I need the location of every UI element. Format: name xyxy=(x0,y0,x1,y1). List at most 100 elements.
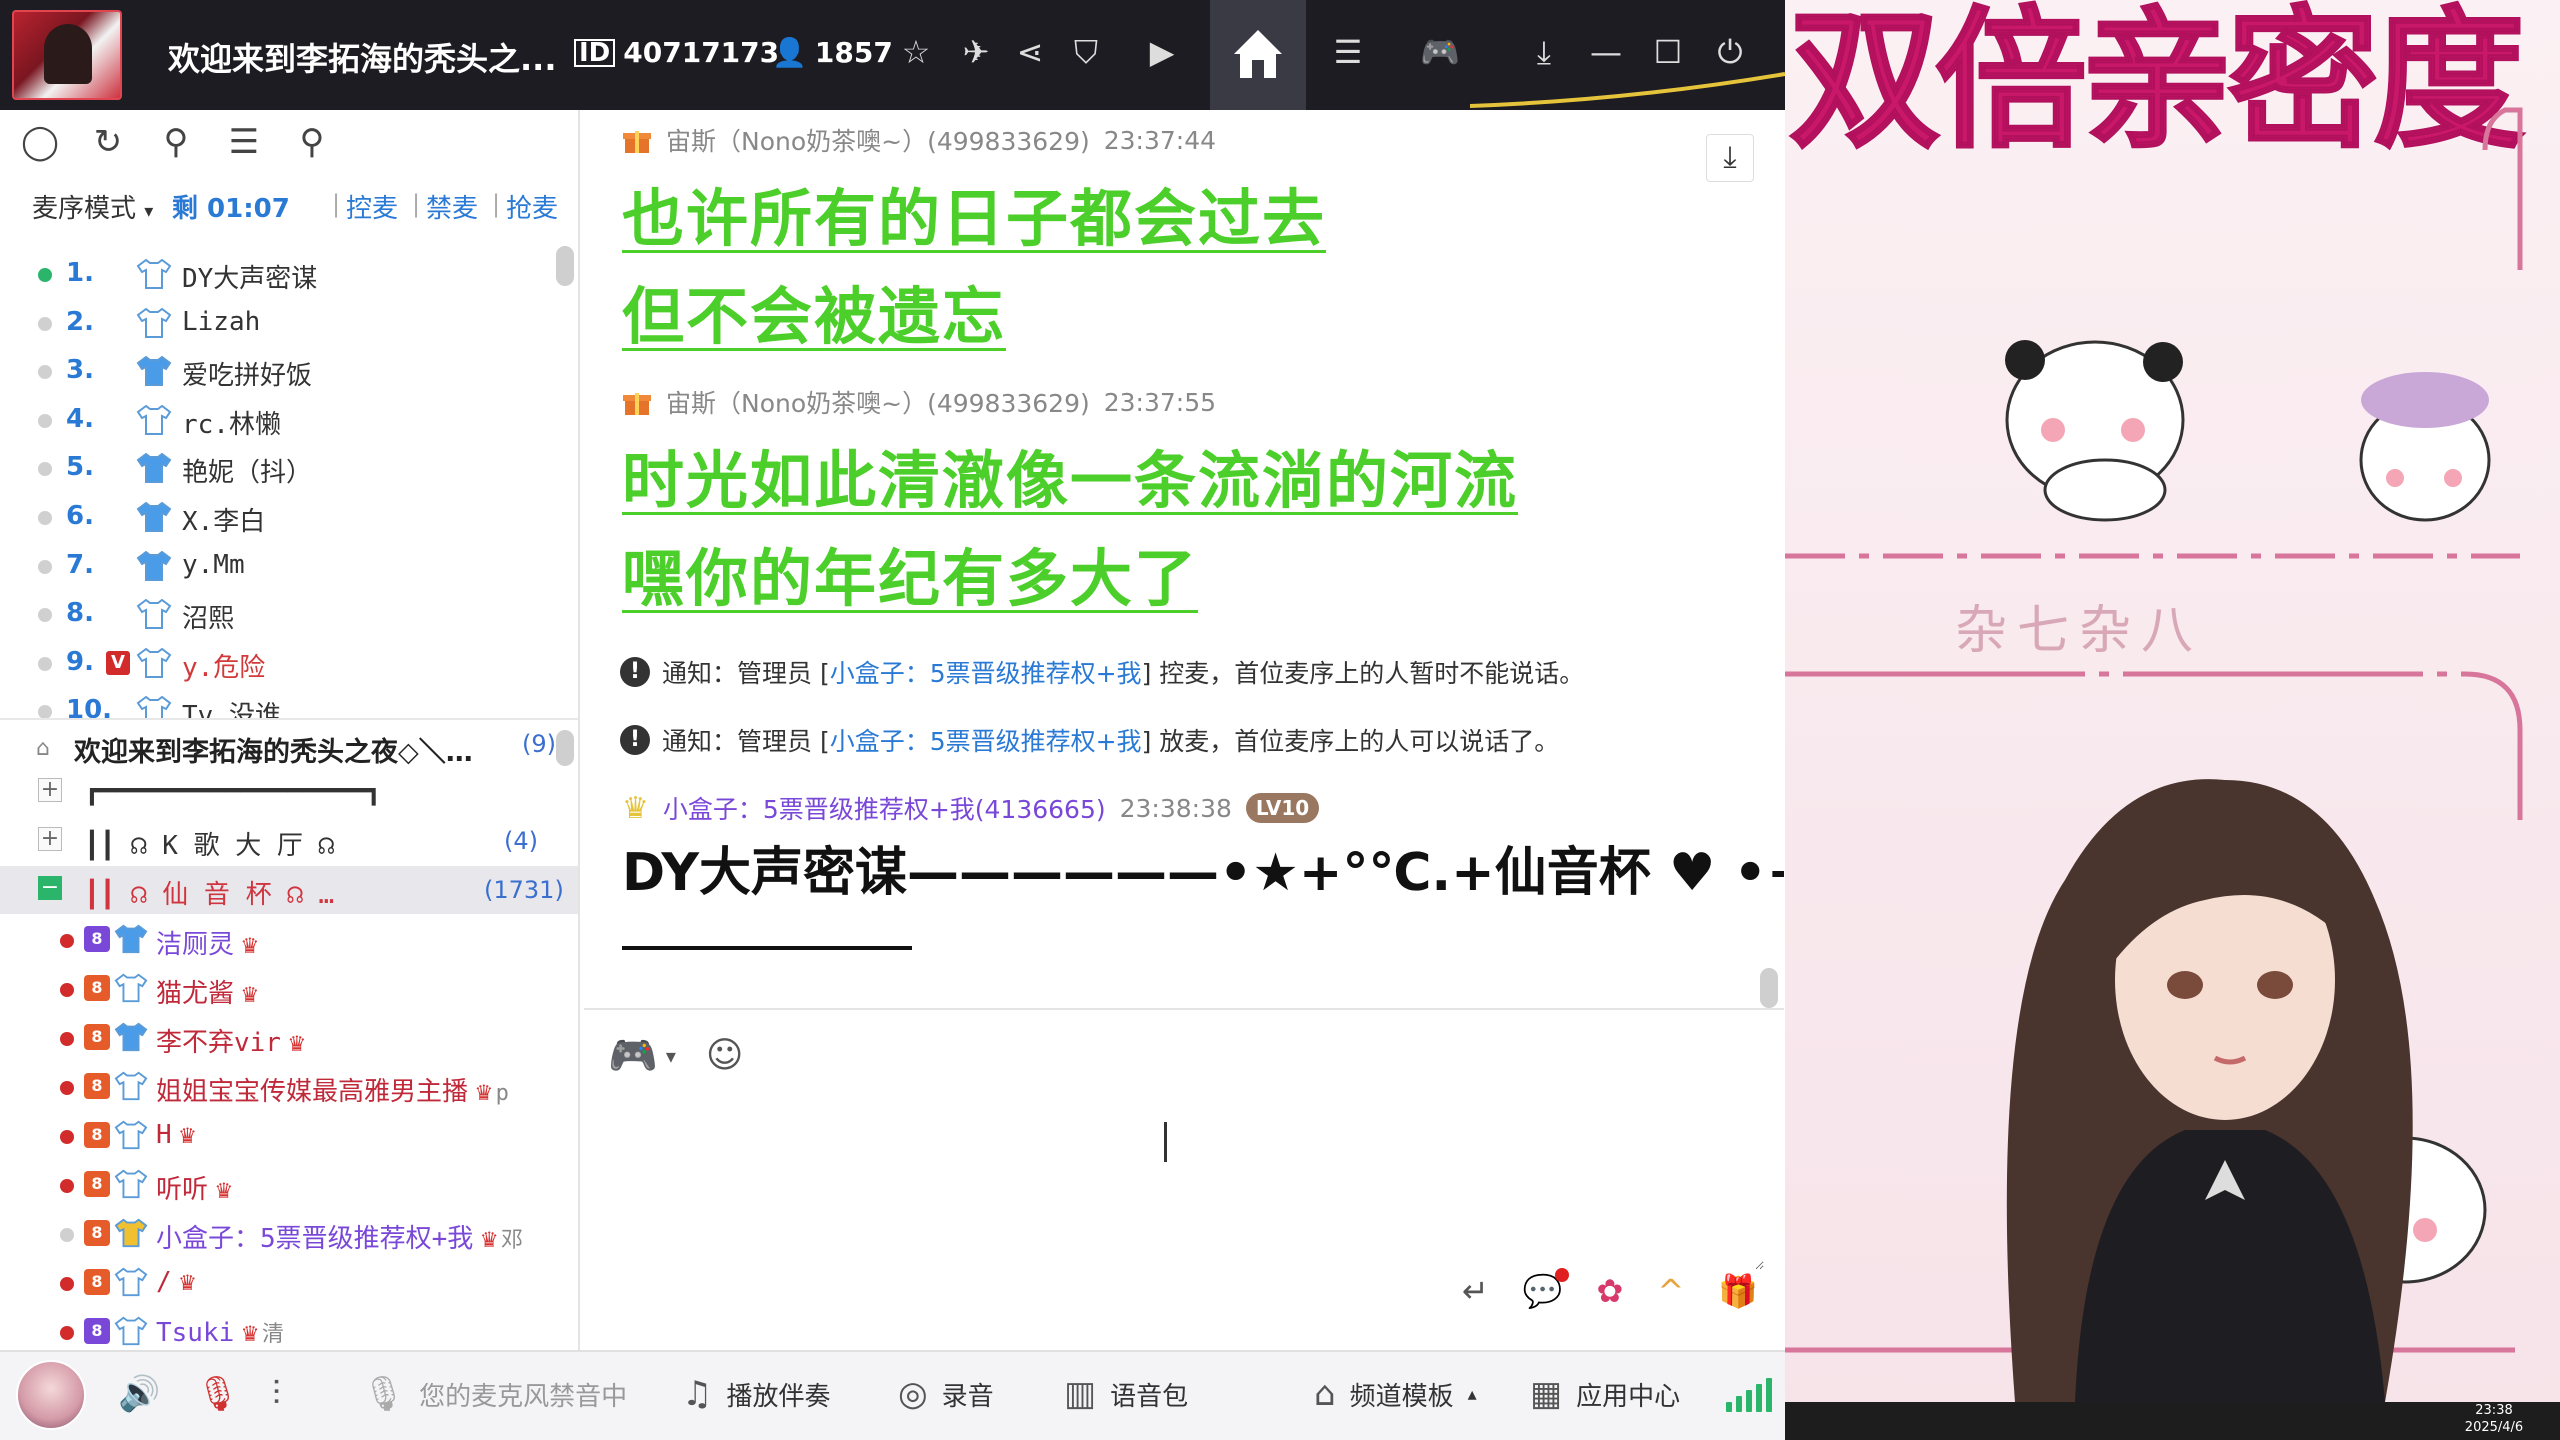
speech-bubble-icon[interactable]: 💬 xyxy=(1523,1268,1569,1310)
list-icon[interactable]: ☰ xyxy=(1326,30,1370,74)
level-badge: 8 xyxy=(84,1073,110,1099)
control-mic-button[interactable]: 控麦 xyxy=(346,188,398,225)
notice-user-link[interactable]: 小盒子：5票晋级推荐权+我 xyxy=(830,659,1142,688)
grab-mic-button[interactable]: 抢麦 xyxy=(506,188,558,225)
voice-pack-icon: ▥ xyxy=(1064,1374,1097,1414)
chat-input[interactable] xyxy=(604,1090,1764,1270)
tab-home[interactable] xyxy=(1210,0,1306,110)
search-icon[interactable]: ⚲ xyxy=(290,120,334,164)
ban-mic-button[interactable]: 禁麦 xyxy=(426,188,478,225)
room-avatar[interactable] xyxy=(12,10,122,100)
message-time: 23:37:55 xyxy=(1103,387,1217,417)
channel-user[interactable]: 8 李不弃vir ♛ xyxy=(0,1014,578,1062)
history-icon[interactable]: ↻ xyxy=(86,120,130,164)
send-icon[interactable]: ↵ xyxy=(1462,1272,1489,1310)
power-icon[interactable]: ⏻ xyxy=(1708,30,1752,74)
shirt-icon xyxy=(114,1218,148,1248)
channel-user[interactable]: 8 洁厕灵 ♛ xyxy=(0,916,578,964)
crown-icon: ♛ xyxy=(242,930,258,960)
channel-item[interactable]: − ┃┃ ☊ 仙 音 杯 ☊ … (1731) xyxy=(0,866,578,914)
message-time: 23:37:44 xyxy=(1103,125,1217,155)
queue-scrollbar[interactable] xyxy=(556,246,574,286)
shield-icon[interactable]: ⛉ xyxy=(1064,30,1108,74)
mic-muted-status[interactable]: 🎙 您的麦克风禁音中 xyxy=(362,1374,627,1414)
gamepad-icon[interactable]: 🎮 xyxy=(1418,30,1462,74)
crown-icon: ♛ xyxy=(476,1077,492,1107)
status-dot xyxy=(60,1326,74,1340)
alert-icon: ! xyxy=(620,725,650,755)
channel-item[interactable]: + ┏━━━━━━━━━━━━━━━━━┓ xyxy=(0,768,578,816)
video-icon[interactable]: ▶ xyxy=(1140,30,1184,74)
chevron-down-icon[interactable]: ▾ xyxy=(666,1044,676,1068)
mic-queue-item[interactable]: 9. Vy.危险 xyxy=(0,639,560,687)
channel-item[interactable]: + ┃┃ ☊ K 歌 大 厅 ☊ (4) xyxy=(0,817,578,865)
play-accompany-button[interactable]: ♫ 播放伴奏 xyxy=(682,1374,831,1414)
star-icon[interactable]: ☆ xyxy=(894,30,938,74)
channel-user[interactable]: 8 听听 ♛ xyxy=(0,1161,578,1209)
mic-queue-item[interactable]: 10. Tv.没谁 xyxy=(0,687,560,718)
share-icon[interactable]: ⋖ xyxy=(1008,30,1052,74)
channel-user[interactable]: 8 Tsuki ♛ 清 xyxy=(0,1308,578,1348)
channel-user[interactable]: 8 /♛ xyxy=(0,1259,578,1307)
message-sender[interactable]: 宙斯（Nono奶茶噢~）(499833629) xyxy=(666,384,1090,420)
mic-off-icon[interactable]: 🎙 xyxy=(196,1374,239,1414)
shirt-icon xyxy=(136,404,172,435)
mic-queue-item[interactable]: 8. 沼熙 xyxy=(0,590,560,638)
scroll-to-bottom-button[interactable]: ⤓ xyxy=(1706,134,1754,182)
download-icon[interactable]: ⤓ xyxy=(1522,30,1566,74)
minimize-icon[interactable]: — xyxy=(1584,30,1628,74)
equalizer-icon[interactable]: ⫶ xyxy=(272,1374,281,1414)
location-icon[interactable]: ⚲ xyxy=(154,120,198,164)
channel-user[interactable]: 8 猫尤酱 ♛ xyxy=(0,965,578,1013)
room-title[interactable]: 欢迎来到李拓海的秃头之... xyxy=(168,34,556,80)
channel-user[interactable]: 8 小盒子：5票晋级推荐权+我 ♛ 邓 xyxy=(0,1210,578,1258)
record-button[interactable]: ◎ 录音 xyxy=(898,1374,994,1414)
mic-queue-item[interactable]: 6. X.李白 xyxy=(0,493,560,541)
gamepad-icon[interactable]: 🎮 xyxy=(608,1032,658,1079)
channel-template-button[interactable]: ⌂ 频道模板 ▴ xyxy=(1314,1374,1477,1414)
maximize-icon[interactable]: ☐ xyxy=(1646,30,1690,74)
room-id: ID 40717173 xyxy=(574,36,779,69)
shirt-icon xyxy=(136,258,172,289)
voice-pack-label: 语音包 xyxy=(1110,1381,1189,1412)
message-sender[interactable]: 小盒子：5票晋级推荐权+我(4136665) xyxy=(663,790,1106,826)
sidebar: ◯ ↻ ⚲ ☰ ⚲ 麦序模式 ▾ 剩 01:07 | 控麦 | 禁麦 | 抢麦 … xyxy=(0,110,580,1350)
user-name: 李不弃vir xyxy=(156,1028,281,1058)
notes-icon[interactable]: ☰ xyxy=(222,120,266,164)
stream-decoration xyxy=(1785,107,2523,1402)
mic-queue-item[interactable]: 2. Lizah xyxy=(0,299,560,347)
font-style-icon[interactable]: ☺ xyxy=(706,1035,744,1076)
voice-pack-button[interactable]: ▥ 语音包 xyxy=(1064,1374,1188,1414)
app-center-button[interactable]: ▦ 应用中心 xyxy=(1530,1374,1680,1414)
mic-mode-dropdown[interactable]: 麦序模式 ▾ xyxy=(32,188,153,225)
queue-user-name: 爱吃拼好饭 xyxy=(182,361,313,392)
status-dot xyxy=(60,1130,74,1144)
mic-queue-item[interactable]: 1. DY大声密谋 xyxy=(0,250,560,298)
notice-user-link[interactable]: 小盒子：5票晋级推荐权+我 xyxy=(830,727,1142,756)
gift-box-icon[interactable]: 🎁 xyxy=(1718,1272,1758,1310)
channel-root[interactable]: ⌂ 欢迎来到李拓海的秃头之夜◇＼… (9) xyxy=(0,720,578,768)
expand-toggle-icon[interactable]: − xyxy=(38,876,62,900)
online-count: 👤 1857 xyxy=(772,36,893,69)
plane-icon[interactable]: ✈ xyxy=(954,30,998,74)
bottom-bar: 🔊 🎙 ⫶ 🎙 您的麦克风禁音中 ♫ 播放伴奏 ◎ 录音 ▥ 语音包 ⌂ 频道模… xyxy=(0,1350,1785,1440)
mic-queue-item[interactable]: 4. rc.林懒 xyxy=(0,396,560,444)
chat-scrollbar[interactable] xyxy=(1760,968,1778,1008)
mic-muted-icon: 🎙 xyxy=(362,1374,406,1414)
tree-scrollbar[interactable] xyxy=(556,730,574,766)
mic-queue-item[interactable]: 7. y.Mm xyxy=(0,542,560,590)
mic-queue-item[interactable]: 5. 艳妮（抖） xyxy=(0,444,560,492)
chevron-up-icon[interactable]: ^ xyxy=(1657,1272,1684,1310)
system-notice: ! 通知：管理员 [小盒子：5票晋级推荐权+我] 控麦，首位麦序上的人暂时不能说… xyxy=(620,654,1584,690)
expand-toggle-icon[interactable]: + xyxy=(38,778,62,802)
volume-icon[interactable]: 🔊 xyxy=(118,1374,160,1414)
channel-user[interactable]: 8 姐姐宝宝传媒最高雅男主播 ♛ p xyxy=(0,1063,578,1111)
message-sender[interactable]: 宙斯（Nono奶茶噢~）(499833629) xyxy=(666,122,1090,158)
expand-toggle-icon[interactable]: + xyxy=(38,827,62,851)
user-avatar[interactable] xyxy=(16,1360,86,1430)
shirt-icon xyxy=(114,1316,148,1346)
profile-icon[interactable]: ◯ xyxy=(18,120,62,164)
mic-queue-item[interactable]: 3. 爱吃拼好饭 xyxy=(0,347,560,395)
channel-user[interactable]: 8 H ♛ xyxy=(0,1112,578,1160)
flower-icon[interactable]: ✿ xyxy=(1597,1272,1624,1310)
